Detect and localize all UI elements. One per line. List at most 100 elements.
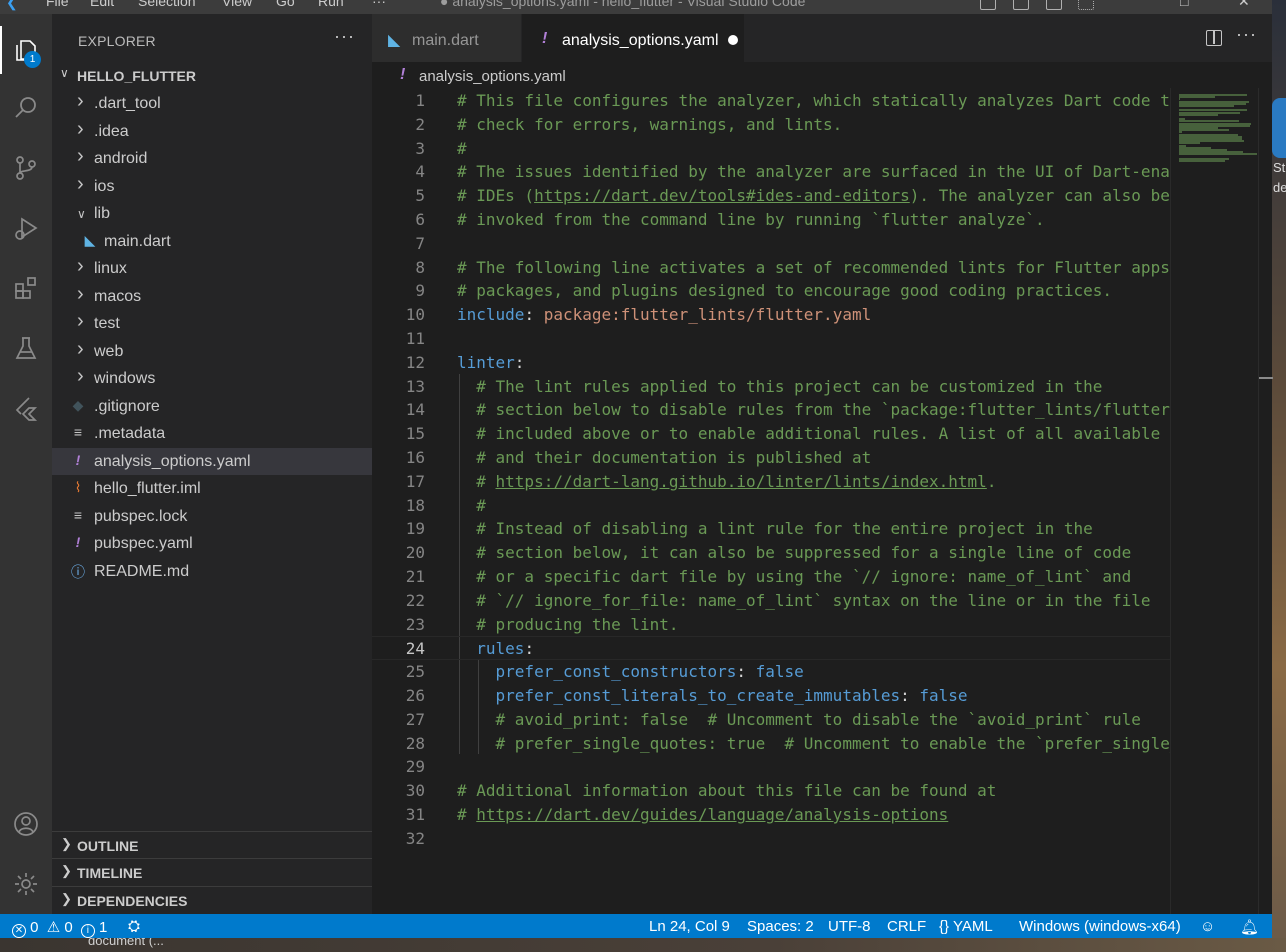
tree-item-windows[interactable]: › windows [52, 365, 372, 392]
code-line[interactable]: 15 # included above or to enable additio… [372, 422, 1170, 446]
code-line[interactable]: 12 linter: [372, 351, 1170, 375]
settings-gear-icon[interactable] [0, 860, 52, 908]
code-line[interactable]: 24 rules: [372, 636, 1170, 661]
code-line[interactable]: 19 # Instead of disabling a lint rule fo… [372, 517, 1170, 541]
code-line[interactable]: 5 # IDEs (https://dart.dev/tools#ides-and… [372, 184, 1170, 208]
vertical-scrollbar[interactable] [1258, 88, 1273, 914]
code-line[interactable]: 20 # section below, it can also be suppr… [372, 541, 1170, 565]
accounts-icon[interactable] [0, 800, 52, 848]
code-line[interactable]: 4 # The issues identified by the analyzer… [372, 160, 1170, 184]
run-debug-icon[interactable] [0, 204, 52, 252]
maximize-icon[interactable]: □ [1180, 0, 1188, 9]
menu-run[interactable]: Run [318, 0, 344, 9]
code-line[interactable]: 23 # producing the lint. [372, 613, 1170, 637]
code-line[interactable]: 27 # avoid_print: false # Uncomment to d… [372, 708, 1170, 732]
customize-layout-icon[interactable] [1078, 0, 1094, 10]
code-line[interactable]: 16 # and their documentation is publishe… [372, 446, 1170, 470]
indentation-status[interactable]: Spaces: 2 [747, 918, 814, 935]
extensions-icon[interactable] [0, 264, 52, 312]
code-link[interactable]: https://dart.dev/guides/language/analysi… [476, 805, 948, 824]
menu-edit[interactable]: Edit [90, 0, 114, 9]
tree-item-macos[interactable]: › macos [52, 283, 372, 310]
code-line[interactable]: 26 prefer_const_literals_to_create_immut… [372, 684, 1170, 708]
code-line[interactable]: 32 [372, 827, 1170, 851]
code-line[interactable]: 1 # This file configures the analyzer, wh… [372, 89, 1170, 113]
code-line[interactable]: 3 # [372, 137, 1170, 161]
tree-item-linux[interactable]: › linux [52, 255, 372, 282]
tree-item-lib[interactable]: ∨ lib [52, 200, 372, 227]
tab-main-dart[interactable]: ◣ main.dart [372, 14, 521, 62]
code-line[interactable]: 11 [372, 327, 1170, 351]
source-control-icon[interactable] [0, 144, 52, 192]
tree-item-metadata[interactable]: ≡ .metadata [52, 420, 372, 447]
outline-section[interactable]: ❯ OUTLINE [52, 831, 372, 858]
problems-status[interactable]: ✕ 0 ⚠ 0 i 1 [12, 918, 107, 938]
breadcrumb-file[interactable]: analysis_options.yaml [419, 68, 566, 85]
more-actions-icon[interactable]: ··· [1236, 24, 1257, 45]
code-line[interactable]: 17 # https://dart-lang.github.io/linter/… [372, 470, 1170, 494]
tree-item-android[interactable]: › android [52, 145, 372, 172]
toggle-secondary-sidebar-icon[interactable] [1046, 0, 1062, 10]
timeline-section[interactable]: ❯ TIMELINE [52, 858, 372, 885]
code-line[interactable]: 9 # packages, and plugins designed to enc… [372, 279, 1170, 303]
unsaved-dot-icon[interactable] [728, 35, 738, 45]
language-mode[interactable]: {} YAML [939, 918, 993, 935]
minimap[interactable] [1170, 88, 1258, 914]
tree-item-idea[interactable]: › .idea [52, 118, 372, 145]
menu-go[interactable]: Go [276, 0, 295, 9]
code-link[interactable]: https://dart-lang.github.io/linter/lints… [496, 472, 987, 491]
code-line[interactable]: 28 # prefer_single_quotes: true # Uncomm… [372, 732, 1170, 756]
tree-item-hello-flutter-iml[interactable]: ⌇ hello_flutter.iml [52, 475, 372, 502]
code-line[interactable]: 22 # `// ignore_for_file: name_of_lint` … [372, 589, 1170, 613]
tree-item-main-dart[interactable]: ◣ main.dart [52, 228, 372, 255]
tree-item-ios[interactable]: › ios [52, 173, 372, 200]
code-line[interactable]: 31 # https://dart.dev/guides/language/ana… [372, 803, 1170, 827]
menu-view[interactable]: View [222, 0, 252, 9]
menu-more[interactable]: ··· [372, 0, 386, 9]
taskbar-document-label[interactable]: document (... [88, 938, 164, 948]
notifications-bell-icon[interactable]: 🔔︎ [1240, 918, 1259, 936]
dependencies-section[interactable]: ❯ DEPENDENCIES [52, 886, 372, 913]
code-line[interactable]: 18 # [372, 494, 1170, 518]
debug-launch-icon[interactable]: ⛭ [128, 918, 140, 935]
explorer-icon[interactable]: 1 [0, 26, 52, 74]
tab-analysis-options[interactable]: ! analysis_options.yaml [522, 14, 744, 62]
toggle-panel-icon[interactable] [1013, 0, 1029, 10]
tree-item-readme-md[interactable]: ⓘ README.md [52, 558, 372, 585]
feedback-icon[interactable]: ☺ [1200, 918, 1215, 935]
flutter-icon[interactable] [0, 384, 52, 432]
search-icon[interactable] [0, 84, 52, 132]
eol-status[interactable]: CRLF [887, 918, 926, 935]
menu-selection[interactable]: Selection [138, 0, 196, 9]
tree-item-dart-tool[interactable]: › .dart_tool [52, 90, 372, 117]
split-editor-icon[interactable] [1206, 30, 1222, 46]
code-line[interactable]: 10 include: package:flutter_lints/flutter… [372, 303, 1170, 327]
code-line[interactable]: 25 prefer_const_constructors: false [372, 660, 1170, 684]
testing-icon[interactable] [0, 324, 52, 372]
tree-item-pubspec-lock[interactable]: ≡ pubspec.lock [52, 503, 372, 530]
code-line[interactable]: 30 # Additional information about this fi… [372, 779, 1170, 803]
tree-item-web[interactable]: › web [52, 338, 372, 365]
more-actions-icon[interactable]: ··· [334, 26, 355, 47]
encoding-status[interactable]: UTF-8 [828, 918, 871, 935]
code-line[interactable]: 6 # invoked from the command line by runn… [372, 208, 1170, 232]
code-line[interactable]: 2 # check for errors, warnings, and lints… [372, 113, 1170, 137]
tree-item-analysis-options-yaml[interactable]: ! analysis_options.yaml [52, 447, 372, 475]
workspace-folder-header[interactable]: ∨ HELLO_FLUTTER [52, 64, 372, 88]
code-line[interactable]: 7 [372, 232, 1170, 256]
code-link[interactable]: https://dart.dev/tools#ides-and-editors [534, 186, 910, 205]
tree-item-pubspec-yaml[interactable]: ! pubspec.yaml [52, 530, 372, 557]
toggle-sidebar-icon[interactable] [980, 0, 996, 10]
code-line[interactable]: 29 [372, 755, 1170, 779]
code-line[interactable]: 21 # or a specific dart file by using th… [372, 565, 1170, 589]
code-line[interactable]: 13 # The lint rules applied to this proj… [372, 375, 1170, 399]
platform-status[interactable]: Windows (windows-x64) [1019, 918, 1181, 935]
menu-file[interactable]: File [46, 0, 69, 9]
code-editor[interactable]: 1 # This file configures the analyzer, wh… [372, 88, 1170, 914]
tree-item-test[interactable]: › test [52, 310, 372, 337]
code-line[interactable]: 8 # The following line activates a set of… [372, 256, 1170, 280]
close-window-icon[interactable]: ✕ [1238, 0, 1250, 10]
tree-item-gitignore[interactable]: ◆ .gitignore [52, 393, 372, 420]
code-line[interactable]: 14 # section below to disable rules from… [372, 398, 1170, 422]
cursor-position[interactable]: Ln 24, Col 9 [649, 918, 730, 935]
